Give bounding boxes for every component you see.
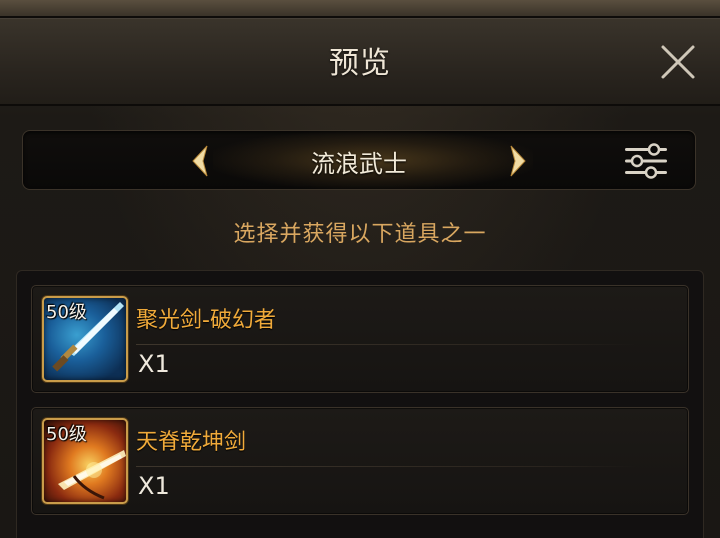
sliders-icon	[625, 143, 667, 179]
flame-sword-icon: 50级	[42, 418, 128, 504]
class-selector: 流浪武士	[22, 130, 696, 190]
item-quantity: X1	[138, 472, 170, 500]
item-quantity: X1	[138, 350, 170, 378]
level-badge: 50级	[46, 302, 87, 323]
item-divider	[136, 466, 636, 467]
close-button[interactable]	[656, 40, 700, 84]
next-class-button[interactable]	[505, 143, 531, 179]
list-item[interactable]: 50级 聚光剑-破幻者 X1	[31, 285, 689, 393]
item-name: 天脊乾坤剑	[136, 430, 247, 455]
list-item[interactable]: 50级 天脊乾坤剑 X1	[31, 407, 689, 515]
selected-class-name: 流浪武士	[311, 150, 407, 178]
item-name: 聚光剑-破幻者	[136, 308, 276, 333]
top-border	[0, 0, 720, 18]
level-badge: 50级	[46, 424, 87, 445]
reward-list: 50级 聚光剑-破幻者 X1 50级 天脊乾坤剑 X1	[16, 270, 704, 538]
choose-instruction: 选择并获得以下道具之一	[233, 222, 487, 247]
page-title: 预览	[329, 46, 391, 81]
close-icon	[661, 45, 695, 79]
filter-button[interactable]	[621, 141, 671, 181]
chevron-right-icon	[510, 145, 526, 177]
blue-sword-icon: 50级	[42, 296, 128, 382]
preview-panel: 预览 流浪武士 选择并获得以下道具之一 50级 聚光剑-破幻者 X1 50级 天…	[0, 0, 720, 538]
item-divider	[136, 344, 636, 345]
